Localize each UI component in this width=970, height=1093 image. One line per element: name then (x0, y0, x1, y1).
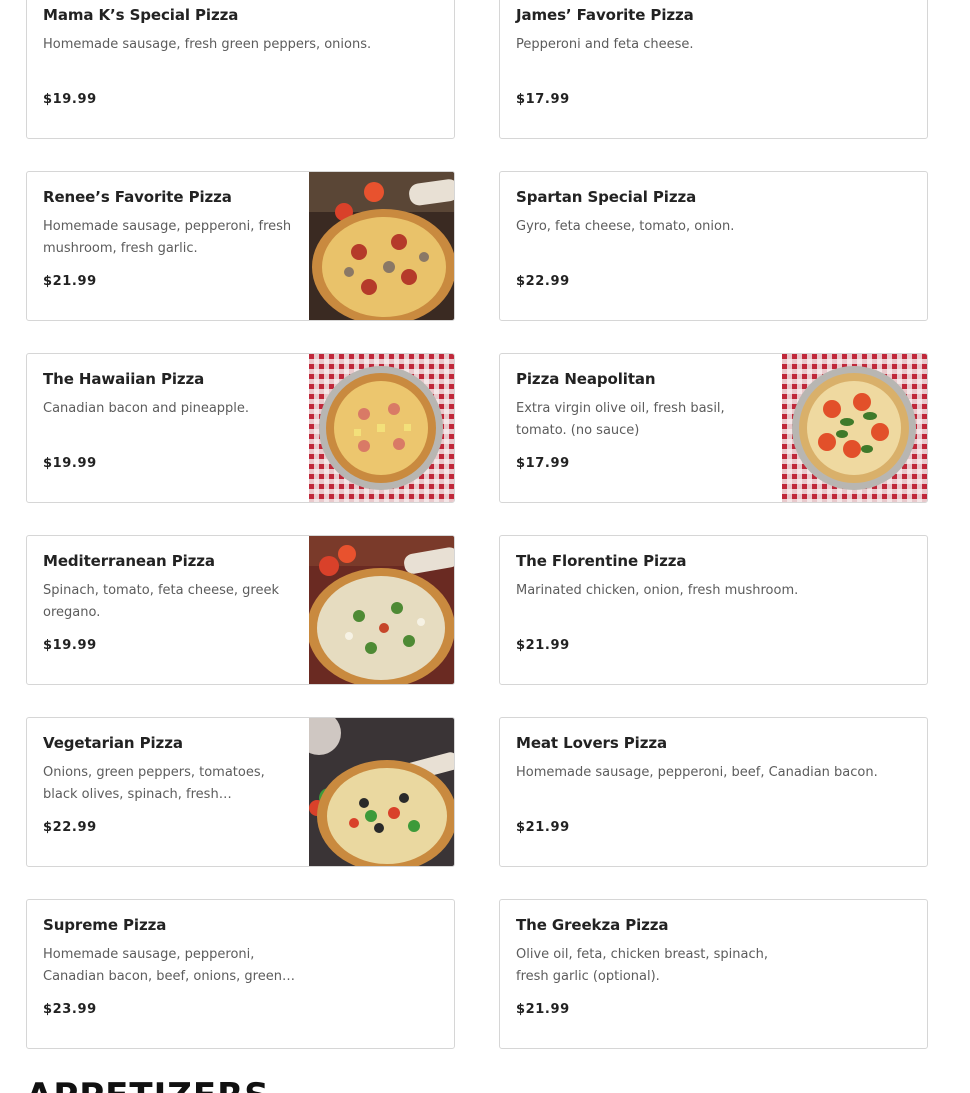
item-name: Renee’s Favorite Pizza (43, 188, 232, 206)
item-name: Supreme Pizza (43, 916, 167, 934)
pizza-mediterranean-photo (309, 536, 454, 684)
item-name: Spartan Special Pizza (516, 188, 697, 206)
pizza-neapolitan-photo (782, 354, 927, 502)
menu-item-card[interactable]: James’ Favorite Pizza Pepperoni and feta… (499, 0, 928, 139)
item-description: Homemade sausage, fresh green peppers, o… (43, 37, 372, 52)
item-description: Gyro, feta cheese, tomato, onion. (516, 219, 735, 234)
item-name: Meat Lovers Pizza (516, 734, 667, 752)
menu-item-card[interactable]: The Florentine Pizza Marinated chicken, … (499, 535, 928, 685)
item-name: Vegetarian Pizza (43, 734, 183, 752)
item-price: $22.99 (43, 820, 97, 835)
pizza-hawaiian-photo (309, 354, 454, 502)
item-description: Canadian bacon and pineapple. (43, 401, 250, 416)
item-price: $19.99 (43, 638, 97, 653)
item-price: $19.99 (43, 92, 97, 107)
item-description: Homemade sausage, pepperoni, fresh mushr… (43, 219, 292, 256)
item-name: James’ Favorite Pizza (516, 6, 694, 24)
item-price: $17.99 (516, 92, 570, 107)
item-price: $22.99 (516, 274, 570, 289)
item-price: $19.99 (43, 456, 97, 471)
menu-item-card[interactable]: Spartan Special Pizza Gyro, feta cheese,… (499, 171, 928, 321)
item-name: The Florentine Pizza (516, 552, 687, 570)
item-description: Olive oil, feta, chicken breast, spinach… (516, 947, 768, 984)
item-description: Onions, green peppers, tomatoes, black o… (43, 765, 265, 802)
menu-item-card[interactable]: Meat Lovers Pizza Homemade sausage, pepp… (499, 717, 928, 867)
item-name: The Greekza Pizza (516, 916, 669, 934)
item-description: Spinach, tomato, feta cheese, greek oreg… (43, 583, 279, 620)
item-description: Marinated chicken, onion, fresh mushroom… (516, 583, 799, 598)
item-price: $21.99 (43, 274, 97, 289)
item-name: Mama K’s Special Pizza (43, 6, 239, 24)
item-price: $17.99 (516, 456, 570, 471)
section-heading: APPETIZERS (26, 1076, 270, 1093)
item-description: Homemade sausage, pepperoni, Canadian ba… (43, 947, 282, 984)
item-name: Pizza Neapolitan (516, 370, 656, 388)
menu-item-card[interactable]: Pizza Neapolitan Extra virgin olive oil,… (499, 353, 928, 503)
item-description: Extra virgin olive oil, fresh basil, tom… (516, 401, 725, 438)
menu-item-card[interactable]: The Hawaiian Pizza Canadian bacon and pi… (26, 353, 455, 503)
item-price: $21.99 (516, 1002, 570, 1017)
item-price: $21.99 (516, 820, 570, 835)
menu-item-card[interactable]: The Greekza Pizza Olive oil, feta, chick… (499, 899, 928, 1049)
menu-item-card[interactable]: Supreme Pizza Homemade sausage, pepperon… (26, 899, 455, 1049)
menu-item-card[interactable]: Mama K’s Special Pizza Homemade sausage,… (26, 0, 455, 139)
menu-item-card[interactable]: Mediterranean Pizza Spinach, tomato, fet… (26, 535, 455, 685)
pizza-pepperoni-mushroom-photo (309, 172, 454, 320)
menu-item-card[interactable]: Vegetarian Pizza Onions, green peppers, … (26, 717, 455, 867)
item-description: Pepperoni and feta cheese. (516, 37, 694, 52)
item-price: $23.99 (43, 1002, 97, 1017)
pizza-vegetarian-photo (309, 718, 454, 866)
item-description: Homemade sausage, pepperoni, beef, Canad… (516, 765, 878, 780)
menu-item-card[interactable]: Renee’s Favorite Pizza Homemade sausage,… (26, 171, 455, 321)
item-name: Mediterranean Pizza (43, 552, 215, 570)
item-price: $21.99 (516, 638, 570, 653)
item-name: The Hawaiian Pizza (43, 370, 205, 388)
